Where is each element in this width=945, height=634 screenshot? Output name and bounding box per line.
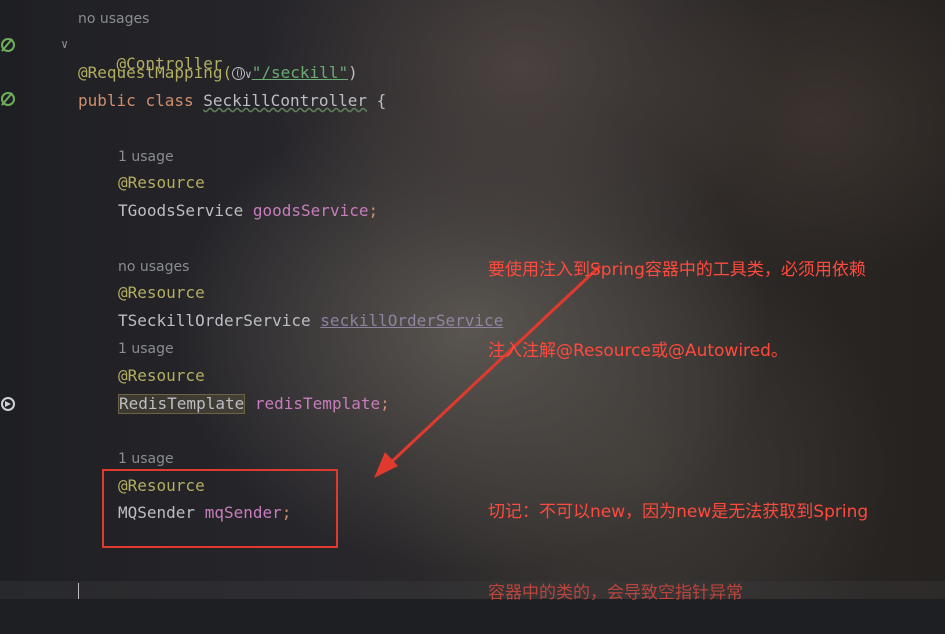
text-caret xyxy=(78,583,79,599)
note-spacer xyxy=(488,419,868,445)
note-line: 注入注解@Resource或@Autowired。 xyxy=(488,341,788,361)
annotation-note: 要使用注入到Spring容器中的工具类，必须用依赖 注入注解@Resource或… xyxy=(488,203,868,634)
current-line-highlight xyxy=(0,581,945,599)
note-line: 要使用注入到Spring容器中的工具类，必须用依赖 xyxy=(488,260,866,280)
arrow-head xyxy=(374,452,398,478)
note-line: 切记：不可以new，因为new是无法获取到Spring xyxy=(488,502,869,522)
